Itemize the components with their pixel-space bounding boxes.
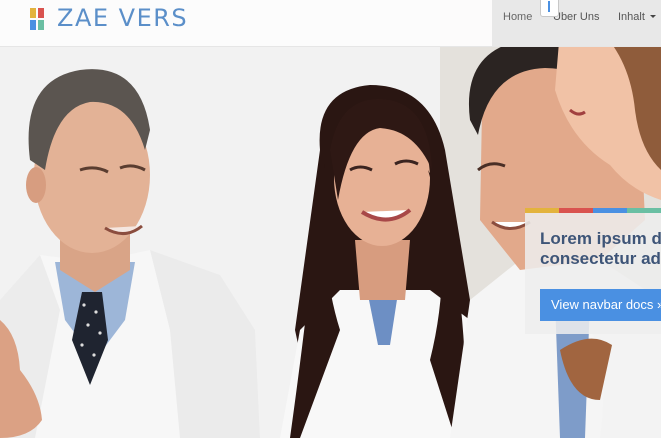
page: Lorem ipsum d consectetur ad View navbar… bbox=[0, 0, 661, 438]
view-navbar-docs-button[interactable]: View navbar docs » bbox=[540, 289, 661, 321]
caret-down-icon bbox=[649, 14, 656, 18]
nav-link-inhalt[interactable]: Inhalt bbox=[618, 11, 656, 23]
nav-link-ueber-uns[interactable]: Über Uns bbox=[553, 11, 599, 23]
caption-heading: Lorem ipsum d consectetur ad bbox=[540, 229, 661, 268]
navbar: ZAE VERS Home Über Uns Inhalt bbox=[0, 0, 661, 47]
stripe-red bbox=[559, 208, 593, 213]
nav-link-inhalt-label: Inhalt bbox=[618, 11, 645, 23]
brand-name: ZAE VERS bbox=[57, 4, 189, 32]
brand-link[interactable]: ZAE VERS bbox=[30, 4, 189, 32]
logo-icon bbox=[30, 8, 44, 30]
nav-menu-background bbox=[492, 0, 661, 46]
stripe-blue bbox=[593, 208, 627, 213]
stripe-yellow bbox=[525, 208, 559, 213]
scroll-indicator-tab[interactable] bbox=[540, 0, 559, 17]
stripe-green bbox=[627, 208, 661, 213]
caption-color-stripe bbox=[525, 208, 661, 213]
nav-link-home[interactable]: Home bbox=[503, 11, 532, 23]
